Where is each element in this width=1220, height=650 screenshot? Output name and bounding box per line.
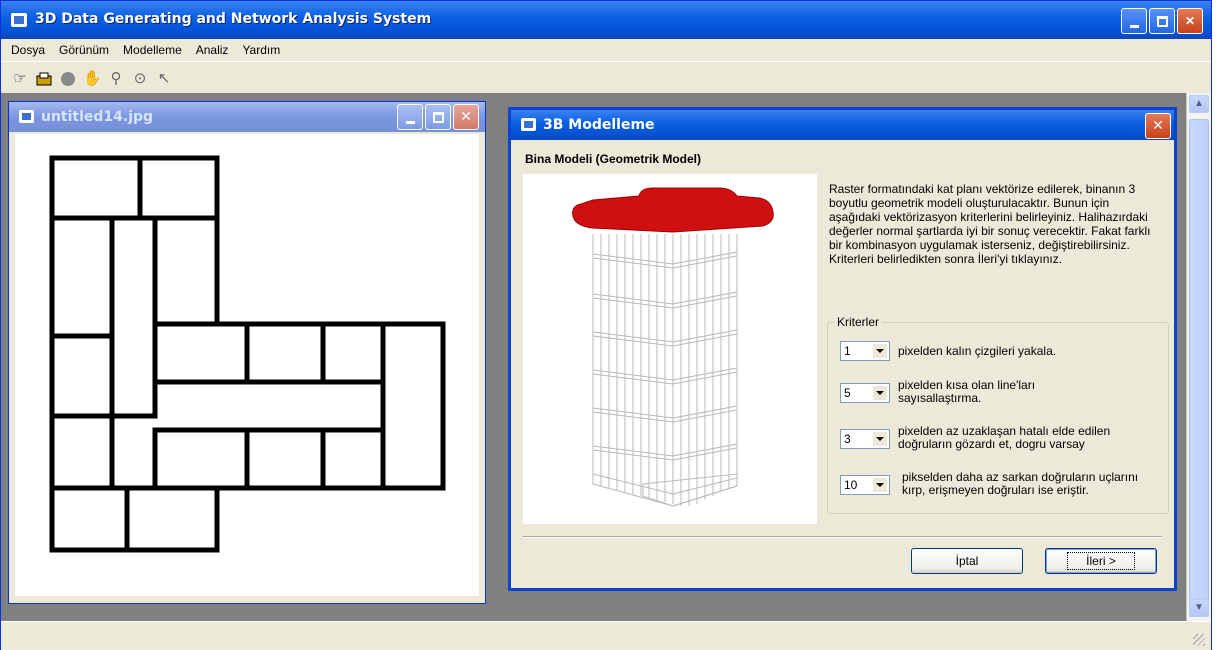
close-icon: ✕ bbox=[1184, 14, 1196, 28]
criteria-2-select[interactable]: 5 bbox=[840, 383, 890, 403]
dialog-close-button[interactable]: ✕ bbox=[1145, 113, 1171, 139]
criteria-4-label: pikselden daha az sarkan doğruların uçla… bbox=[902, 470, 1139, 497]
criteria-1-value: 1 bbox=[844, 344, 851, 358]
app-icon bbox=[11, 13, 27, 27]
zoom-icon[interactable]: ⚲ bbox=[107, 70, 125, 88]
criteria-3-value: 3 bbox=[844, 432, 851, 446]
dialog-separator bbox=[523, 536, 1162, 538]
floor-plan-image[interactable] bbox=[15, 134, 479, 596]
toolbar: ☞ ✋ ⚲ ⊙ ↖ bbox=[1, 61, 1211, 93]
criteria-3-label: pixelden az uzaklaşan hatalı elde edilen… bbox=[898, 424, 1111, 451]
next-label: İleri > bbox=[1067, 552, 1135, 570]
menu-gorunum[interactable]: Görünüm bbox=[49, 39, 113, 57]
chevron-down-icon[interactable] bbox=[872, 477, 888, 493]
scroll-up-icon[interactable]: ▲ bbox=[1189, 95, 1209, 113]
criteria-row-1: 1 pixelden kalın çizgileri yakala. bbox=[840, 337, 1170, 365]
chevron-down-icon[interactable] bbox=[872, 385, 888, 401]
hand-pointer-icon[interactable]: ☞ bbox=[11, 70, 29, 88]
modelling-dialog: 3B Modelleme ✕ Bina Modeli (Geometrik Mo… bbox=[510, 109, 1175, 589]
status-bar bbox=[1, 621, 1211, 650]
menu-bar: Dosya Görünüm Modelleme Analiz Yardım bbox=[1, 39, 1211, 61]
building-3d-model bbox=[572, 187, 774, 507]
save-icon[interactable] bbox=[35, 70, 53, 88]
dialog-description: Raster formatındaki kat planı vektörize … bbox=[829, 182, 1151, 266]
pan-icon[interactable]: ✋ bbox=[83, 70, 102, 88]
criteria-4-value: 10 bbox=[844, 478, 858, 492]
scroll-down-icon[interactable]: ▼ bbox=[1189, 599, 1209, 617]
cancel-button[interactable]: İptal bbox=[911, 548, 1023, 574]
title-bar[interactable]: 3D Data Generating and Network Analysis … bbox=[1, 1, 1211, 39]
criteria-3-select[interactable]: 3 bbox=[840, 429, 890, 449]
menu-yardim[interactable]: Yardım bbox=[232, 39, 284, 57]
building-model-preview bbox=[523, 174, 817, 524]
criteria-4-select[interactable]: 10 bbox=[840, 475, 890, 495]
criteria-2-value: 5 bbox=[844, 386, 851, 400]
close-icon: ✕ bbox=[1152, 118, 1164, 134]
image-close-button[interactable]: ✕ bbox=[453, 104, 479, 130]
minimize-icon bbox=[398, 105, 422, 129]
minimize-icon bbox=[1122, 9, 1146, 33]
menu-modelleme[interactable]: Modelleme bbox=[113, 39, 186, 57]
circle-icon[interactable] bbox=[59, 70, 77, 88]
next-button[interactable]: İleri > bbox=[1045, 548, 1157, 574]
image-maximize-button[interactable] bbox=[425, 104, 451, 130]
criteria-2-label: pixelden kısa olan line'ları sayısallaşt… bbox=[898, 378, 1036, 405]
minimize-button[interactable] bbox=[1121, 8, 1147, 34]
target-icon[interactable]: ⊙ bbox=[131, 70, 149, 88]
image-minimize-button[interactable] bbox=[397, 104, 423, 130]
dialog-title: 3B Modelleme bbox=[543, 117, 655, 133]
image-window-title: untitled14.jpg bbox=[41, 109, 154, 125]
menu-analiz[interactable]: Analiz bbox=[186, 39, 233, 57]
select-icon[interactable]: ↖ bbox=[155, 70, 173, 88]
criteria-legend: Kriterler bbox=[834, 315, 883, 329]
dialog-icon bbox=[521, 118, 536, 131]
app-title: 3D Data Generating and Network Analysis … bbox=[35, 11, 432, 27]
image-file-icon bbox=[19, 110, 34, 123]
image-window-titlebar[interactable]: untitled14.jpg ✕ bbox=[9, 102, 485, 132]
criteria-group: Kriterler 1 pixelden kalın çizgileri yak… bbox=[827, 315, 1170, 514]
criteria-row-2: 5 pixelden kısa olan line'ları sayısalla… bbox=[840, 379, 1170, 407]
criteria-1-label: pixelden kalın çizgileri yakala. bbox=[898, 344, 1057, 358]
floor-plan-drawing bbox=[49, 155, 446, 553]
image-window: untitled14.jpg ✕ bbox=[8, 101, 486, 604]
maximize-icon bbox=[1150, 9, 1174, 33]
dialog-titlebar[interactable]: 3B Modelleme ✕ bbox=[511, 110, 1174, 140]
menu-dosya[interactable]: Dosya bbox=[1, 39, 49, 57]
maximize-button[interactable] bbox=[1149, 8, 1175, 34]
scroll-thumb[interactable] bbox=[1189, 119, 1209, 605]
resize-grip-icon[interactable] bbox=[1193, 634, 1205, 646]
cancel-label: İptal bbox=[955, 554, 979, 568]
chevron-down-icon[interactable] bbox=[872, 431, 888, 447]
criteria-1-select[interactable]: 1 bbox=[840, 341, 890, 361]
close-button[interactable]: ✕ bbox=[1177, 8, 1203, 34]
close-icon: ✕ bbox=[460, 109, 472, 125]
chevron-down-icon[interactable] bbox=[872, 343, 888, 359]
criteria-row-4: 10 pikselden daha az sarkan doğruların u… bbox=[840, 471, 1170, 499]
main-window: 3D Data Generating and Network Analysis … bbox=[0, 0, 1212, 650]
criteria-row-3: 3 pixelden az uzaklaşan hatalı elde edil… bbox=[840, 425, 1170, 453]
maximize-icon bbox=[426, 105, 450, 129]
mdi-workspace: untitled14.jpg ✕ 3B Modelleme ✕ Bina Mod… bbox=[1, 93, 1186, 621]
vertical-scrollbar[interactable]: ▲ ▼ bbox=[1186, 93, 1211, 621]
section-title: Bina Modeli (Geometrik Model) bbox=[525, 152, 702, 166]
